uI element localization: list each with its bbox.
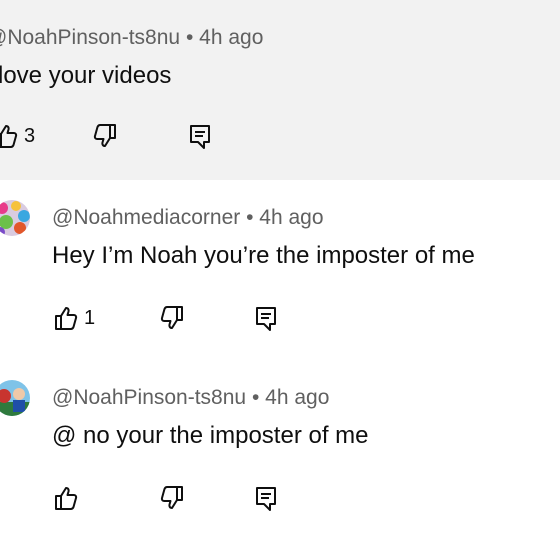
dislike-button[interactable] [158, 481, 186, 515]
reply-icon [186, 122, 214, 150]
comment-2-meta: @Noahmediacorner • 4h ago [52, 206, 324, 230]
thumb-down-icon [158, 484, 186, 512]
comment-1-text: love your videos [0, 62, 172, 89]
thumb-down-icon [158, 304, 186, 332]
reply-button[interactable] [252, 301, 280, 335]
like-button[interactable] [52, 481, 84, 515]
thumb-up-icon [0, 122, 20, 150]
thumb-up-icon [52, 304, 80, 332]
avatar[interactable] [0, 200, 30, 236]
like-button[interactable]: 1 [52, 301, 95, 335]
comment-1-actions: 3 [0, 119, 560, 153]
comment-1-time: 4h ago [199, 26, 264, 49]
thumb-down-icon [91, 122, 119, 150]
comment-2-actions: 1 [0, 301, 560, 335]
comment-2-text: Hey I’m Noah you’re the imposter of me [52, 242, 475, 269]
reply-button[interactable] [186, 119, 214, 153]
comment-3-text: @ no your the imposter of me [52, 422, 369, 449]
comment-3-actions [0, 481, 560, 515]
meta-separator: • [251, 386, 260, 409]
like-count: 1 [84, 306, 96, 329]
comment-3: @NoahPinson-ts8nu • 4h ago @ no your the… [0, 360, 560, 560]
comment-3-meta: @NoahPinson-ts8nu • 4h ago [52, 386, 329, 410]
comment-2-author[interactable]: @Noahmediacorner [52, 206, 240, 229]
dislike-button[interactable] [91, 119, 119, 153]
reply-button[interactable] [252, 481, 280, 515]
like-button[interactable]: 3 [0, 119, 35, 153]
avatar[interactable] [0, 380, 30, 416]
comment-1-meta: @NoahPinson-ts8nu • 4h ago [0, 26, 263, 50]
comment-2: @Noahmediacorner • 4h ago Hey I’m Noah y… [0, 180, 560, 360]
like-count: 3 [24, 124, 36, 147]
thumb-up-icon [52, 484, 80, 512]
meta-separator: • [246, 206, 254, 229]
comment-2-time: 4h ago [259, 206, 324, 229]
reply-icon [252, 304, 280, 332]
comment-1-author[interactable]: @NoahPinson-ts8nu [0, 26, 180, 49]
meta-separator: • [185, 26, 194, 49]
comment-1: @NoahPinson-ts8nu • 4h ago love your vid… [0, 0, 560, 180]
dislike-button[interactable] [158, 301, 186, 335]
comment-3-time: 4h ago [265, 386, 330, 409]
comment-3-author[interactable]: @NoahPinson-ts8nu [52, 386, 246, 409]
reply-icon [252, 484, 280, 512]
